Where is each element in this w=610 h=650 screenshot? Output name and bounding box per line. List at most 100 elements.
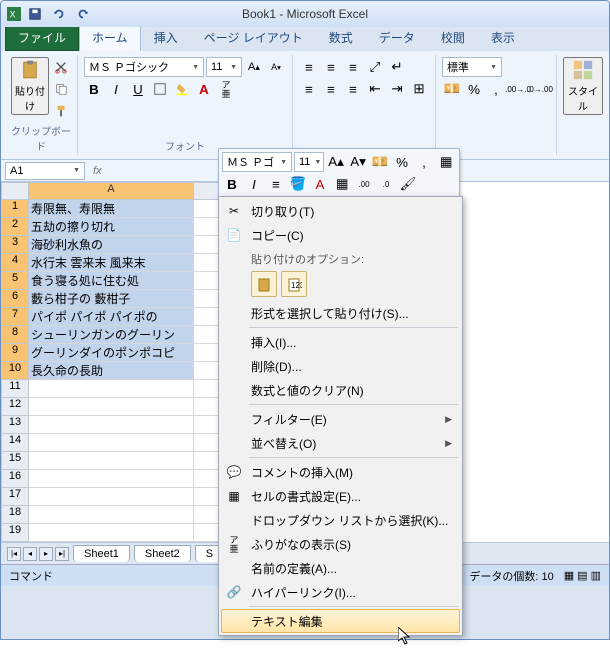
- sheet-nav-last[interactable]: ▸|: [55, 547, 69, 561]
- menu-hyperlink[interactable]: 🔗 ハイパーリンク(I)...: [221, 580, 460, 604]
- row-header[interactable]: 12: [1, 398, 29, 416]
- mini-align[interactable]: ≡: [266, 174, 286, 194]
- row-header[interactable]: 16: [1, 470, 29, 488]
- align-bottom-button[interactable]: ≡: [343, 57, 363, 77]
- row-header[interactable]: 4: [1, 254, 29, 272]
- tab-insert[interactable]: 挿入: [141, 24, 191, 51]
- orientation-button[interactable]: ⤢: [365, 57, 385, 77]
- increase-decimal-button[interactable]: .00→.0: [508, 79, 528, 99]
- menu-clear[interactable]: 数式と値のクリア(N): [221, 378, 460, 402]
- row-header[interactable]: 15: [1, 452, 29, 470]
- mini-comma[interactable]: ,: [414, 152, 434, 172]
- tab-view[interactable]: 表示: [478, 24, 528, 51]
- cell[interactable]: シューリンガンのグーリン: [29, 326, 194, 344]
- menu-format-cells[interactable]: ▦ セルの書式設定(E)...: [221, 484, 460, 508]
- cell[interactable]: [29, 506, 194, 524]
- cell-styles-button[interactable]: スタイル: [563, 57, 603, 115]
- cell[interactable]: [29, 380, 194, 398]
- row-header[interactable]: 3: [1, 236, 29, 254]
- tab-file[interactable]: ファイル: [5, 24, 79, 51]
- fx-icon[interactable]: fx: [93, 165, 102, 177]
- name-box[interactable]: A1▼: [5, 162, 85, 180]
- sheet-nav-next[interactable]: ▸: [39, 547, 53, 561]
- wrap-text-button[interactable]: ↵: [387, 57, 407, 77]
- mini-cond-format[interactable]: ▦: [436, 152, 456, 172]
- row-header[interactable]: 18: [1, 506, 29, 524]
- tab-formulas[interactable]: 数式: [316, 24, 366, 51]
- sheet-tab-1[interactable]: Sheet1: [73, 545, 130, 562]
- mini-grow-font[interactable]: A▴: [326, 152, 346, 172]
- font-size-combo[interactable]: 11▼: [206, 57, 242, 77]
- mini-font-combo[interactable]: ＭＳ Ｐゴ▼: [222, 152, 292, 172]
- mini-currency[interactable]: 💴: [370, 152, 390, 172]
- cell[interactable]: [29, 434, 194, 452]
- row-header[interactable]: 10: [1, 362, 29, 380]
- paste-option-values[interactable]: 123: [281, 271, 307, 297]
- cell[interactable]: [29, 470, 194, 488]
- tab-page-layout[interactable]: ページ レイアウト: [191, 24, 316, 51]
- decrease-indent-button[interactable]: ⇤: [365, 79, 385, 99]
- redo-button[interactable]: [73, 4, 93, 24]
- row-header[interactable]: 13: [1, 416, 29, 434]
- cell[interactable]: 長久命の長助: [29, 362, 194, 380]
- cell[interactable]: [29, 488, 194, 506]
- menu-sort[interactable]: 並べ替え(O)▶: [221, 431, 460, 455]
- align-center-button[interactable]: ≡: [321, 79, 341, 99]
- sheet-tab-2[interactable]: Sheet2: [134, 545, 191, 562]
- column-header-a[interactable]: A: [29, 182, 194, 200]
- row-header[interactable]: 7: [1, 308, 29, 326]
- undo-button[interactable]: [49, 4, 69, 24]
- decrease-font-button[interactable]: A▾: [266, 57, 286, 77]
- align-top-button[interactable]: ≡: [299, 57, 319, 77]
- menu-copy[interactable]: 📄 コピー(C): [221, 223, 460, 247]
- cell[interactable]: グーリンダイのポンポコピ: [29, 344, 194, 362]
- menu-text-edit[interactable]: テキスト編集: [221, 609, 460, 633]
- sheet-nav-first[interactable]: |◂: [7, 547, 21, 561]
- font-color-button[interactable]: A: [194, 79, 214, 99]
- sheet-nav-prev[interactable]: ◂: [23, 547, 37, 561]
- currency-button[interactable]: 💴: [442, 79, 462, 99]
- mini-shrink-font[interactable]: A▾: [348, 152, 368, 172]
- menu-furigana[interactable]: ア亜 ふりがなの表示(S): [221, 532, 460, 556]
- row-header[interactable]: 6: [1, 290, 29, 308]
- mini-inc-dec[interactable]: .00: [354, 174, 374, 194]
- cell[interactable]: [29, 398, 194, 416]
- cell[interactable]: [29, 416, 194, 434]
- save-button[interactable]: [25, 4, 45, 24]
- row-header[interactable]: 17: [1, 488, 29, 506]
- row-header[interactable]: 14: [1, 434, 29, 452]
- fill-color-button[interactable]: [172, 79, 192, 99]
- row-header[interactable]: 8: [1, 326, 29, 344]
- increase-indent-button[interactable]: ⇥: [387, 79, 407, 99]
- mini-italic[interactable]: I: [244, 174, 264, 194]
- mini-bold[interactable]: B: [222, 174, 242, 194]
- phonetic-button[interactable]: ア亜: [216, 79, 236, 99]
- row-header[interactable]: 5: [1, 272, 29, 290]
- mini-percent[interactable]: %: [392, 152, 412, 172]
- cell[interactable]: パイポ パイポ パイポの: [29, 308, 194, 326]
- menu-filter[interactable]: フィルター(E)▶: [221, 407, 460, 431]
- cell[interactable]: [29, 524, 194, 542]
- mini-dec-dec[interactable]: .0: [376, 174, 396, 194]
- cell[interactable]: 海砂利水魚の: [29, 236, 194, 254]
- view-buttons[interactable]: ▦ ▤ ▥: [564, 569, 601, 582]
- font-name-combo[interactable]: ＭＳ Ｐゴシック▼: [84, 57, 204, 77]
- tab-data[interactable]: データ: [366, 24, 428, 51]
- bold-button[interactable]: B: [84, 79, 104, 99]
- cut-button[interactable]: [51, 57, 71, 77]
- mini-fill[interactable]: 🪣: [288, 174, 308, 194]
- increase-font-button[interactable]: A▴: [244, 57, 264, 77]
- border-button[interactable]: [150, 79, 170, 99]
- menu-paste-special[interactable]: 形式を選択して貼り付け(S)...: [221, 301, 460, 325]
- tab-review[interactable]: 校閲: [428, 24, 478, 51]
- row-header[interactable]: 9: [1, 344, 29, 362]
- number-format-combo[interactable]: 標準▼: [442, 57, 502, 77]
- decrease-decimal-button[interactable]: .0→.00: [530, 79, 550, 99]
- row-header[interactable]: 2: [1, 218, 29, 236]
- italic-button[interactable]: I: [106, 79, 126, 99]
- format-painter-button[interactable]: [51, 101, 71, 121]
- comma-button[interactable]: ,: [486, 79, 506, 99]
- menu-cut[interactable]: ✂ 切り取り(T): [221, 199, 460, 223]
- mini-size-combo[interactable]: 11▼: [294, 152, 324, 172]
- merge-center-button[interactable]: ⊞: [409, 79, 429, 99]
